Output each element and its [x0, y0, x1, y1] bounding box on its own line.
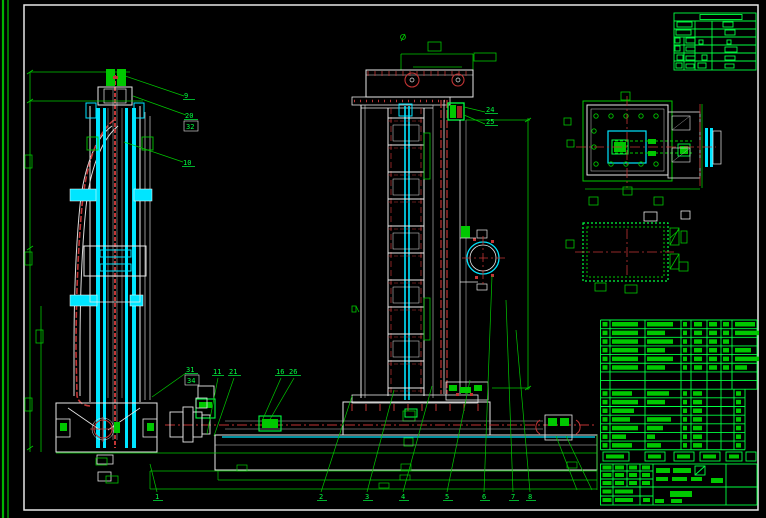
- drawing-sheet: 9 20 32 10 31 34 11 21 16 26 24 25 1 2 3…: [0, 0, 766, 518]
- balloon-8: 8: [528, 493, 532, 501]
- cad-drawing-canvas: 9 20 32 10 31 34 11 21 16 26 24 25 1 2 3…: [0, 0, 766, 518]
- balloon-20: 20: [185, 112, 193, 120]
- leader-lines: [124, 76, 592, 492]
- tail-support: [536, 415, 580, 440]
- balloon-25: 25: [486, 118, 494, 126]
- bed-dimension-lines: [56, 435, 597, 490]
- middle-elevation-view: [343, 34, 531, 446]
- drive-unit: [446, 382, 488, 400]
- balloon-labels: 9 20 32 10 31 34 11 21 16 26 24 25 1 2 3…: [153, 92, 536, 501]
- bed-assembly: [56, 398, 597, 490]
- balloon-5: 5: [445, 493, 449, 501]
- revision-table: [674, 13, 756, 70]
- balloon-21: 21: [229, 368, 237, 376]
- plan-view: [564, 92, 721, 205]
- balloon-16: 16: [276, 368, 284, 376]
- balloon-11: 11: [213, 368, 221, 376]
- cyan-guide-bar: [96, 108, 100, 448]
- balloon-1: 1: [155, 493, 159, 501]
- balloon-31: 31: [186, 366, 194, 374]
- balloon-6: 6: [482, 493, 486, 501]
- balloon-26: 26: [289, 368, 297, 376]
- top-dimension: [401, 34, 497, 85]
- base-bolt-ticks: [352, 404, 478, 411]
- balloon-34: 34: [187, 377, 195, 385]
- ladder: [388, 104, 424, 400]
- column-section-view: [566, 211, 690, 293]
- balloon-3: 3: [365, 493, 369, 501]
- balloon-4: 4: [401, 493, 405, 501]
- parts-list-table: [601, 320, 760, 450]
- balloon-32: 32: [186, 123, 194, 131]
- balloon-9: 9: [184, 92, 188, 100]
- balloon-10: 10: [183, 159, 191, 167]
- balloon-7: 7: [511, 493, 515, 501]
- title-block: [601, 452, 758, 505]
- balloon-2: 2: [319, 493, 323, 501]
- balloon-24: 24: [486, 106, 494, 114]
- rotary-bearing: [460, 226, 508, 290]
